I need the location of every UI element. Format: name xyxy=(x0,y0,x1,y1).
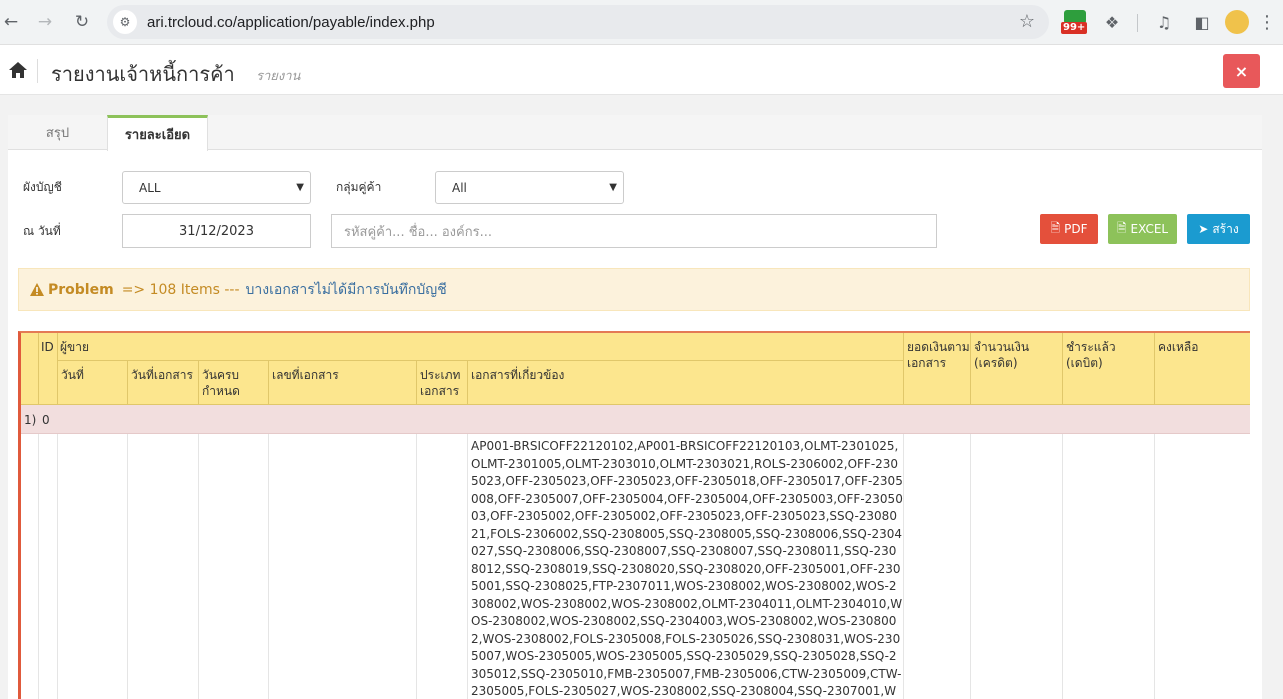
browser-menu-icon[interactable]: ⋮ xyxy=(1258,10,1276,34)
date-label: ณ วันที่ xyxy=(23,224,61,238)
header-divider xyxy=(37,59,38,83)
row-col-divider xyxy=(1154,434,1155,699)
app-header: รายงานเจ้าหนี้การค้า รายงาน × xyxy=(0,45,1283,95)
header-col-divider xyxy=(198,360,199,405)
chevron-down-icon: ▼ xyxy=(296,182,304,193)
extensions-puzzle-icon[interactable]: ❖ xyxy=(1100,10,1124,34)
related-docs-cell: AP001-BRSICOFF22120102,AP001-BRSICOFF221… xyxy=(471,439,903,698)
pdf-button[interactable]: 🗎 PDF xyxy=(1040,214,1098,244)
header-col-divider xyxy=(127,360,128,405)
problem-alert: Problem => 108 Items --- บางเอกสารไม่ได้… xyxy=(18,268,1250,311)
account-select-value: ALL xyxy=(139,180,161,195)
tab-summary[interactable]: สรุป xyxy=(8,115,107,150)
header-col-divider xyxy=(57,333,58,405)
toolbar-separator xyxy=(1137,14,1138,32)
row-col-divider xyxy=(57,434,58,699)
extension-badge-count: 99+ xyxy=(1061,22,1088,34)
media-control-icon[interactable]: ♫ xyxy=(1152,10,1176,34)
search-input[interactable]: รหัสคู่ค้า... ชื่อ... องค์กร... xyxy=(331,214,937,248)
col-doc-type: ประเภทเอกสาร xyxy=(420,368,461,398)
header-col-divider xyxy=(38,333,39,405)
col-related-docs: เอกสารที่เกี่ยวข้อง xyxy=(471,368,565,382)
excel-file-icon: 🗎 xyxy=(1116,220,1127,235)
payable-table: ID ผู้ขาย วันที่ วันที่เอกสาร วันครบกำหน… xyxy=(18,331,1250,699)
col-vendor: ผู้ขาย xyxy=(60,340,90,354)
row-col-divider xyxy=(416,434,417,699)
date-input-value: 31/12/2023 xyxy=(179,223,254,239)
home-icon[interactable] xyxy=(8,61,28,79)
group-label: กลุ่มคู่ค้า xyxy=(336,180,382,194)
alert-title: Problem xyxy=(48,281,114,298)
col-doc-no: เลขที่เอกสาร xyxy=(272,368,339,382)
group-index: 1) xyxy=(24,413,37,427)
group-select-value: All xyxy=(452,180,467,195)
header-col-divider xyxy=(416,360,417,405)
create-button[interactable]: ➤ สร้าง xyxy=(1187,214,1250,244)
pdf-button-label: PDF xyxy=(1064,222,1088,236)
col-due-date: วันครบกำหนด xyxy=(202,368,240,398)
group-id: 0 xyxy=(42,413,50,427)
row-col-divider xyxy=(127,434,128,699)
bookmark-star-icon[interactable]: ☆ xyxy=(1019,11,1035,32)
row-col-divider xyxy=(198,434,199,699)
header-row-divider xyxy=(57,360,903,361)
pdf-file-icon: 🗎 xyxy=(1050,220,1061,235)
search-placeholder: รหัสคู่ค้า... ชื่อ... องค์กร... xyxy=(344,224,492,240)
browser-toolbar: ← → ↻ ⚙ ari.trcloud.co/application/payab… xyxy=(0,0,1283,45)
row-col-divider xyxy=(1062,434,1063,699)
chevron-down-icon: ▼ xyxy=(609,182,617,193)
account-label: ผังบัญชี xyxy=(23,180,62,194)
tab-bar: สรุป รายละเอียด xyxy=(8,115,1262,151)
url-text: ari.trcloud.co/application/payable/index… xyxy=(147,13,435,31)
col-date: วันที่ xyxy=(61,368,84,382)
row-col-divider xyxy=(970,434,971,699)
account-select[interactable]: ALL ▼ xyxy=(122,171,311,204)
warning-icon xyxy=(30,283,44,296)
profile-avatar[interactable] xyxy=(1225,10,1249,34)
header-col-divider xyxy=(268,360,269,405)
create-button-label: สร้าง xyxy=(1212,221,1239,236)
col-balance: คงเหลือ xyxy=(1158,340,1199,354)
tab-detail[interactable]: รายละเอียด xyxy=(107,115,208,151)
forward-arrow-icon[interactable]: → xyxy=(34,11,56,33)
side-panel-icon[interactable]: ◧ xyxy=(1190,10,1214,34)
header-col-divider xyxy=(467,360,468,405)
group-select[interactable]: All ▼ xyxy=(435,171,624,204)
col-id: ID xyxy=(41,340,54,354)
row-col-divider xyxy=(467,434,468,699)
header-col-divider xyxy=(1154,333,1155,405)
vendor-group-row[interactable] xyxy=(21,405,1250,434)
col-paid: ชำระแล้ว (เดบิต) xyxy=(1066,340,1116,370)
date-input[interactable]: 31/12/2023 xyxy=(122,214,311,248)
col-credit: จำนวนเงิน (เครดิต) xyxy=(974,340,1030,370)
col-doc-date: วันที่เอกสาร xyxy=(131,368,193,382)
alert-count: => 108 Items --- xyxy=(121,281,240,298)
header-col-divider xyxy=(1062,333,1063,405)
row-col-divider xyxy=(268,434,269,699)
back-arrow-icon[interactable]: ← xyxy=(0,11,22,33)
close-button[interactable]: × xyxy=(1223,54,1260,88)
header-col-divider xyxy=(903,333,904,405)
col-amount: ยอดเงินตามเอกสาร xyxy=(907,340,970,370)
reload-icon[interactable]: ↻ xyxy=(71,11,93,33)
row-col-divider xyxy=(903,434,904,699)
excel-button-label: EXCEL xyxy=(1130,222,1169,236)
row-col-divider xyxy=(38,434,39,699)
send-arrow-icon: ➤ xyxy=(1198,222,1209,236)
page-subtitle: รายงาน xyxy=(256,69,301,84)
site-settings-icon[interactable]: ⚙ xyxy=(113,10,137,34)
alert-message[interactable]: บางเอกสารไม่ได้มีการบันทึกบัญชี xyxy=(246,279,447,301)
address-bar[interactable]: ⚙ ari.trcloud.co/application/payable/ind… xyxy=(107,5,1049,39)
excel-button[interactable]: 🗎 EXCEL xyxy=(1108,214,1177,244)
page-title: รายงานเจ้าหนี้การค้า xyxy=(51,62,235,86)
extension-badge-icon[interactable]: 99+ xyxy=(1061,10,1089,34)
